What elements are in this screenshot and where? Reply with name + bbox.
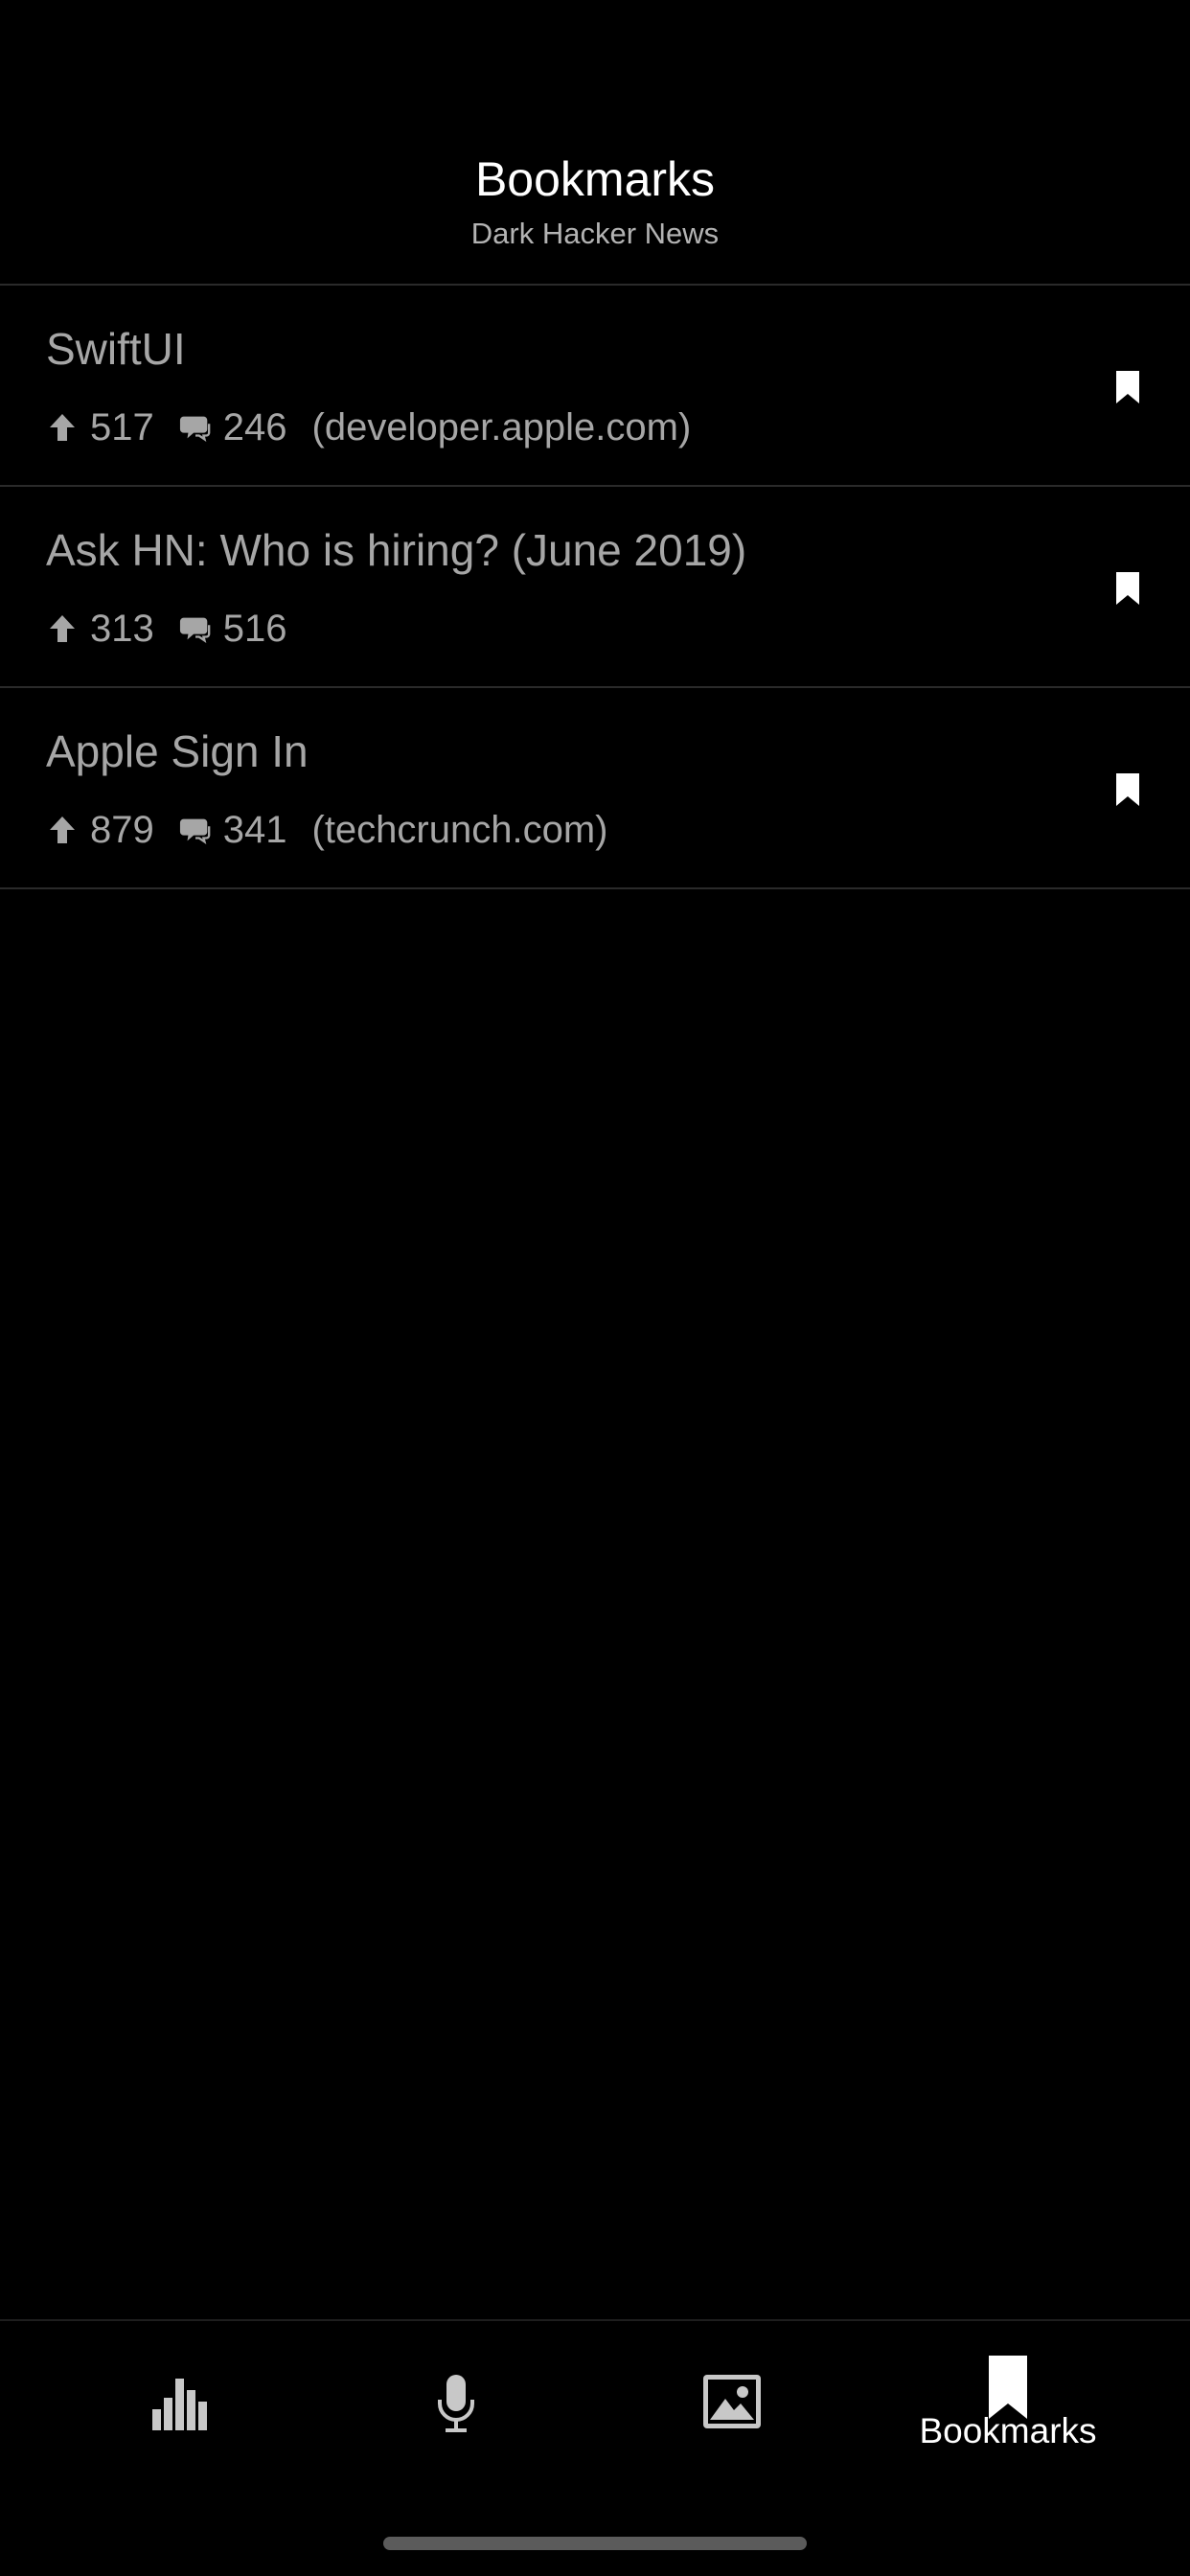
story-meta: 517 246 (developer.apple.com) — [46, 406, 691, 448]
upvote-arrow-icon — [46, 611, 79, 646]
photo-icon — [701, 2373, 763, 2430]
comments-icon — [179, 611, 212, 646]
comments-count: 246 — [222, 406, 287, 448]
comments-icon — [179, 410, 212, 445]
bookmarks-list: SwiftUI 517 246 (developer.apple.com) As… — [0, 286, 1190, 889]
bookmark-icon — [987, 2356, 1029, 2419]
story-meta: 879 341 (techcrunch.com) — [46, 809, 607, 851]
story-meta: 313 516 — [46, 608, 312, 650]
list-item[interactable]: Apple Sign In 879 341 (techcrunch.com) — [0, 688, 1190, 889]
tab-show[interactable] — [593, 2321, 871, 2484]
comments-icon — [179, 813, 212, 847]
tab-top-stories[interactable] — [41, 2321, 319, 2484]
story-title[interactable]: SwiftUI — [46, 327, 186, 371]
comments-count: 341 — [222, 809, 287, 851]
bar-chart-icon — [152, 2377, 208, 2430]
page-title: Bookmarks — [474, 152, 716, 206]
home-indicator[interactable] — [383, 2537, 807, 2550]
list-item[interactable]: SwiftUI 517 246 (developer.apple.com) — [0, 286, 1190, 487]
story-title[interactable]: Apple Sign In — [46, 729, 309, 773]
upvote-arrow-icon — [46, 410, 79, 445]
points-count: 517 — [90, 406, 154, 448]
comments-count: 516 — [222, 608, 287, 650]
points-count: 313 — [90, 608, 154, 650]
list-item[interactable]: Ask HN: Who is hiring? (June 2019) 313 5… — [0, 487, 1190, 688]
microphone-icon — [437, 2375, 475, 2434]
story-domain: (developer.apple.com) — [311, 406, 692, 448]
points-count: 879 — [90, 809, 154, 851]
tab-ask[interactable] — [317, 2321, 595, 2484]
tab-label-bookmarks: Bookmarks — [919, 2411, 1097, 2450]
story-domain: (techcrunch.com) — [311, 809, 608, 851]
upvote-arrow-icon — [46, 813, 79, 847]
story-title[interactable]: Ask HN: Who is hiring? (June 2019) — [46, 528, 746, 572]
bookmark-icon[interactable] — [1113, 773, 1142, 806]
tab-bookmarks[interactable]: Bookmarks — [869, 2321, 1147, 2484]
bookmark-icon[interactable] — [1113, 572, 1142, 605]
page-subtitle: Dark Hacker News — [470, 217, 720, 250]
navigation-header: Bookmarks Dark Hacker News — [0, 0, 1190, 286]
bookmark-icon[interactable] — [1113, 371, 1142, 403]
